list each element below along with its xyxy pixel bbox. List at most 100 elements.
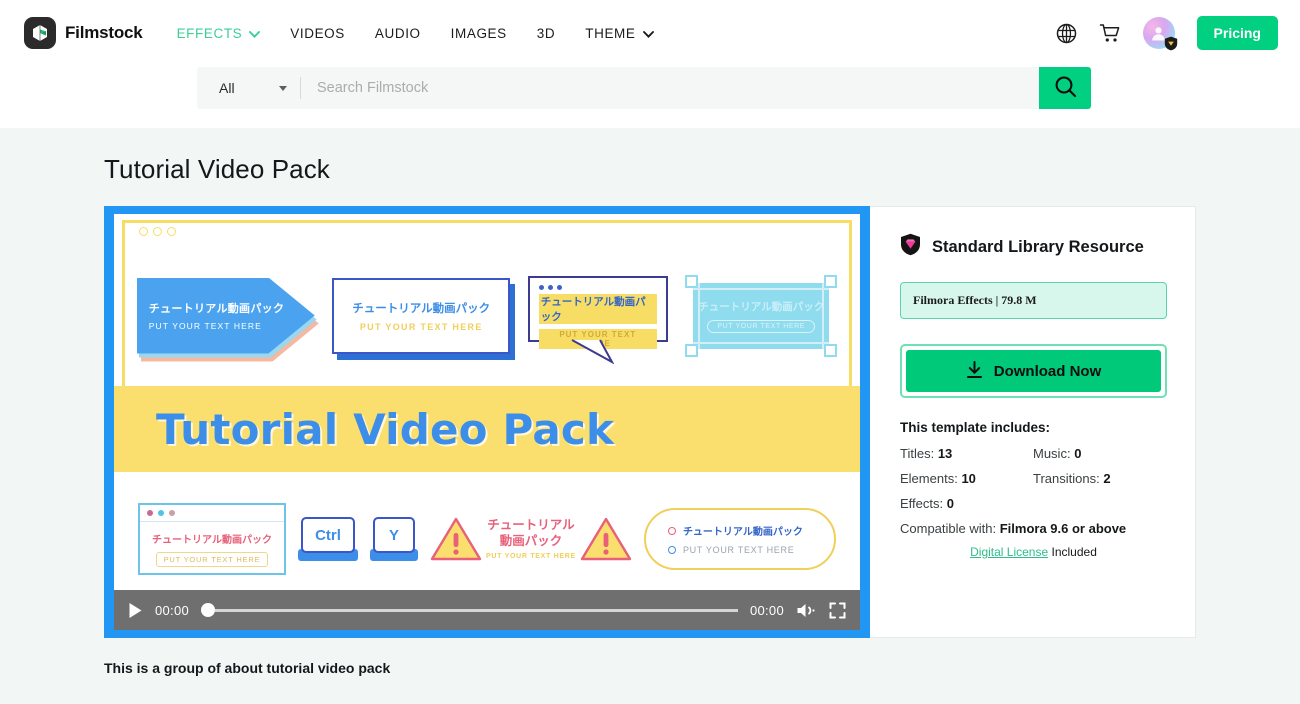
nav-label-videos: VIDEOS <box>290 25 345 41</box>
fullscreen-icon[interactable] <box>829 602 846 619</box>
title-jp-text: チュートリアル動画パック <box>682 527 803 538</box>
includes-item-titles: Titles: 13 <box>900 446 1033 461</box>
nav-item-theme[interactable]: THEME <box>585 25 654 41</box>
includes-label: Music: <box>1033 446 1071 461</box>
bullet-list-item: チュートリアル動画パック PUT YOUR TEXT HERE <box>643 508 836 570</box>
nav-item-effects[interactable]: EFFECTS <box>177 26 261 41</box>
license-suffix: Included <box>1051 545 1097 559</box>
title-item-box-banner: チュートリアル動画パック PUT YOUR TEXT HERE <box>332 277 516 360</box>
page-title: Tutorial Video Pack <box>104 154 330 184</box>
search-bar-row: All <box>0 66 1300 128</box>
selection-handle[interactable] <box>824 274 838 288</box>
compatibility-row: Compatible with: Filmora 9.6 or above <box>900 521 1167 536</box>
title-item-arrow-banner: チュートリアル動画パック PUT YOUR TEXT HERE <box>136 277 319 362</box>
compatibility-label: Compatible with: <box>900 521 997 536</box>
main-nav: EFFECTS VIDEOS AUDIO IMAGES 3D THEME <box>177 26 654 41</box>
includes-label: Elements: <box>900 471 958 486</box>
search-bar: All <box>197 67 1091 109</box>
volume-icon[interactable] <box>796 602 817 619</box>
brand-logo[interactable]: Filmstock <box>24 17 143 49</box>
globe-icon[interactable] <box>1056 23 1077 44</box>
search-category-dropdown[interactable]: All <box>197 67 301 109</box>
avatar[interactable] <box>1142 17 1178 51</box>
resource-type-label: Standard Library Resource <box>932 237 1144 256</box>
compatibility-value: Filmora 9.6 or above <box>999 521 1127 536</box>
chevron-down-icon <box>642 26 654 41</box>
filmstock-cube-icon <box>24 17 56 49</box>
warning-triangle-icon <box>430 516 482 562</box>
keycap-ctrl: Ctrl <box>298 517 359 561</box>
includes-item-transitions: Transitions: 2 <box>1033 471 1167 486</box>
title-jp-text: チュートリアル動画パック <box>538 293 657 324</box>
title-en-text: PUT YOUR TEXT HERE <box>359 321 483 332</box>
preview-title-row: チュートリアル動画パック PUT YOUR TEXT HERE チュートリアル動… <box>114 248 860 383</box>
title-en-text: PUT YOUR TEXT HERE <box>148 321 262 331</box>
warning-triangle-icon <box>580 516 632 562</box>
resource-type-row: Standard Library Resource <box>900 233 1167 261</box>
progress-bar[interactable] <box>201 603 738 617</box>
selection-handle[interactable] <box>824 343 838 357</box>
cart-icon[interactable] <box>1099 23 1121 44</box>
title-item-speech-bubble: チュートリアル動画パック PUT YOUR TEXT HERE <box>527 275 668 364</box>
video-preview[interactable]: チュートリアル動画パック PUT YOUR TEXT HERE チュートリアル動… <box>104 206 870 638</box>
title-jp-text: チュートリアル動画パック <box>698 300 825 313</box>
content-row: チュートリアル動画パック PUT YOUR TEXT HERE チュートリアル動… <box>104 206 1300 638</box>
search-input[interactable] <box>301 67 1039 109</box>
selection-handle[interactable] <box>685 343 699 357</box>
includes-value: 0 <box>1074 446 1082 461</box>
video-frame: チュートリアル動画パック PUT YOUR TEXT HERE チュートリアル動… <box>114 214 860 596</box>
warning-item: チュートリアル 動画パック PUT YOUR TEXT HERE <box>430 516 632 562</box>
keycap-label: Y <box>373 517 416 553</box>
title-jp-text: チュートリアル動画パック <box>148 303 285 315</box>
progress-track[interactable] <box>215 608 738 612</box>
includes-heading: This template includes: <box>900 420 1051 435</box>
bullet-dot-icon <box>667 546 676 554</box>
current-time: 00:00 <box>155 602 190 618</box>
nav-item-images[interactable]: IMAGES <box>451 26 507 41</box>
frame-dots <box>139 227 176 236</box>
includes-item-elements: Elements: 10 <box>900 471 1033 486</box>
nav-label-effects: EFFECTS <box>176 25 243 41</box>
video-player-controls: 00:00 00:00 <box>114 590 860 630</box>
title-jp-text: チュートリアル動画パック <box>352 302 491 315</box>
title-jp-text: チュートリアル動画パック <box>152 535 272 546</box>
title-en-text: PUT YOUR TEXT HERE <box>486 552 576 560</box>
keycap-y: Y <box>370 517 419 561</box>
includes-item-effects: Effects: 0 <box>900 496 1033 511</box>
window-titlebar <box>140 505 284 522</box>
license-row: Digital License Included <box>900 545 1167 559</box>
pricing-button[interactable]: Pricing <box>1196 16 1278 50</box>
nav-label-theme: THEME <box>585 25 636 41</box>
search-category-value: All <box>219 80 235 96</box>
title-en-text: PUT YOUR TEXT HERE <box>155 552 269 567</box>
nav-label-3d: 3D <box>536 25 556 41</box>
download-icon <box>966 360 983 382</box>
main-content: Tutorial Video Pack チュートリアル動画パック PUT YOU… <box>0 128 1300 676</box>
includes-grid: Titles: 13 Music: 0 Elements: 10 Transit… <box>900 446 1167 511</box>
nav-label-images: IMAGES <box>450 25 507 41</box>
brand-name: Filmstock <box>65 23 143 42</box>
nav-label-audio: AUDIO <box>374 25 421 41</box>
progress-handle[interactable] <box>201 603 216 617</box>
header-actions: Pricing <box>1056 16 1278 51</box>
digital-license-link[interactable]: Digital License <box>970 545 1048 559</box>
nav-item-videos[interactable]: VIDEOS <box>290 26 345 41</box>
play-icon[interactable] <box>128 602 143 619</box>
preview-banner: Tutorial Video Pack <box>114 386 860 472</box>
title-en-text: PUT YOUR TEXT HERE <box>707 319 816 333</box>
nav-item-audio[interactable]: AUDIO <box>375 26 421 41</box>
title-item-selected-box: チュートリアル動画パック PUT YOUR TEXT HERE <box>685 274 838 357</box>
title-jp-text-line1: チュートリアル <box>487 518 575 533</box>
includes-value: 13 <box>937 446 953 461</box>
download-button-label: Download Now <box>993 362 1102 380</box>
nav-item-3d[interactable]: 3D <box>537 26 555 41</box>
selection-handle[interactable] <box>685 274 699 288</box>
includes-label: Effects: <box>900 496 944 511</box>
shield-badge-icon <box>1164 36 1178 51</box>
download-button[interactable]: Download Now <box>906 350 1161 392</box>
search-submit-button[interactable] <box>1039 67 1091 109</box>
site-header: Filmstock EFFECTS VIDEOS AUDIO IMAGES 3D… <box>0 0 1300 66</box>
chevron-down-icon <box>279 85 287 91</box>
download-button-wrap: Download Now <box>900 344 1167 398</box>
includes-label: Titles: <box>900 446 935 461</box>
